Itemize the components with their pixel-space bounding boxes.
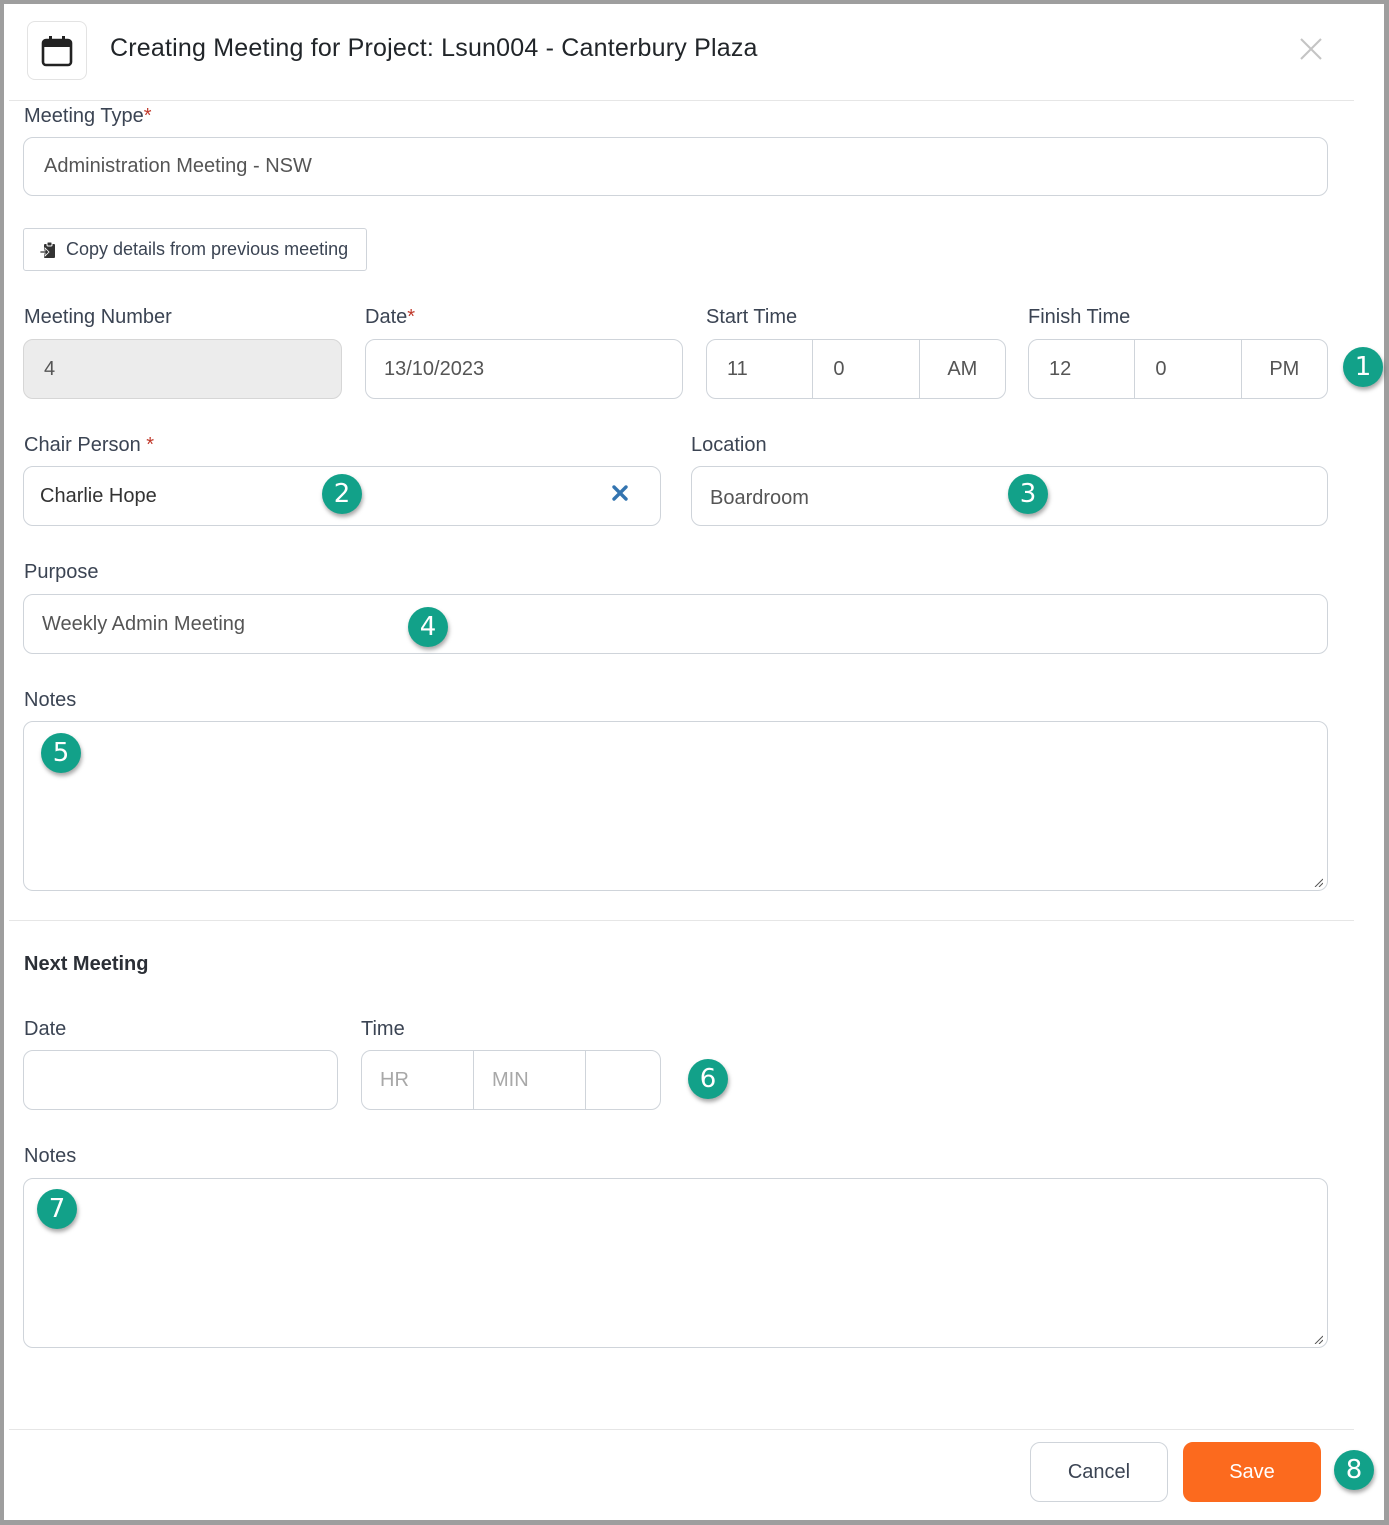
callout-badge-7: 7 — [37, 1189, 77, 1229]
start-time-label: Start Time — [706, 306, 797, 329]
next-hour-input[interactable]: HR — [362, 1051, 474, 1109]
clear-x-icon[interactable] — [611, 484, 629, 507]
next-minute-input[interactable]: MIN — [474, 1051, 586, 1109]
finish-minute-input[interactable]: 0 — [1135, 340, 1241, 398]
date-label: Date* — [365, 306, 415, 329]
finish-time-field: 12 0 PM — [1028, 339, 1328, 399]
callout-badge-3: 3 — [1008, 474, 1048, 514]
callout-badge-8: 8 — [1334, 1450, 1374, 1490]
callout-badge-4: 4 — [408, 607, 448, 647]
copy-button-label: Copy details from previous meeting — [66, 239, 348, 260]
notes-textarea[interactable] — [23, 721, 1328, 891]
callout-badge-6: 6 — [688, 1059, 728, 1099]
next-notes-label: Notes — [24, 1145, 76, 1168]
calendar-icon — [27, 21, 87, 80]
callout-badge-1: 1 — [1343, 347, 1383, 387]
next-meeting-title: Next Meeting — [24, 953, 148, 976]
clipboard-paste-icon — [40, 241, 56, 259]
callout-badge-5: 5 — [41, 733, 81, 773]
start-hour-input[interactable]: 11 — [707, 340, 813, 398]
meeting-type-select[interactable]: Administration Meeting - NSW — [23, 137, 1328, 196]
section-divider — [9, 920, 1354, 921]
start-minute-input[interactable]: 0 — [813, 340, 919, 398]
meeting-type-label: Meeting Type* — [24, 105, 152, 128]
location-label: Location — [691, 434, 767, 457]
header-divider — [9, 100, 1354, 101]
meeting-number-field: 4 — [23, 339, 342, 399]
callout-badge-2: 2 — [322, 474, 362, 514]
next-time-label: Time — [361, 1018, 405, 1041]
meeting-dialog: Creating Meeting for Project: Lsun004 - … — [0, 0, 1389, 1525]
next-period-select[interactable] — [586, 1051, 660, 1109]
finish-hour-input[interactable]: 12 — [1029, 340, 1135, 398]
meeting-number-label: Meeting Number — [24, 306, 172, 329]
cancel-button[interactable]: Cancel — [1030, 1442, 1168, 1502]
notes-label: Notes — [24, 689, 76, 712]
copy-previous-meeting-button[interactable]: Copy details from previous meeting — [23, 228, 367, 271]
finish-time-label: Finish Time — [1028, 306, 1130, 329]
next-date-field[interactable] — [23, 1050, 338, 1110]
start-period-select[interactable]: AM — [920, 340, 1005, 398]
dialog-title: Creating Meeting for Project: Lsun004 - … — [110, 34, 758, 63]
date-field[interactable]: 13/10/2023 — [365, 339, 683, 399]
footer-divider — [9, 1429, 1354, 1430]
purpose-label: Purpose — [24, 561, 99, 584]
finish-period-select[interactable]: PM — [1242, 340, 1327, 398]
next-notes-textarea[interactable] — [23, 1178, 1328, 1348]
chair-person-label: Chair Person * — [24, 434, 154, 457]
start-time-field: 11 0 AM — [706, 339, 1006, 399]
save-button[interactable]: Save — [1183, 1442, 1321, 1502]
close-icon[interactable] — [1296, 34, 1326, 64]
chair-person-value: Charlie Hope — [40, 485, 157, 508]
next-time-field: HR MIN — [361, 1050, 661, 1110]
purpose-field[interactable]: Weekly Admin Meeting — [23, 594, 1328, 654]
next-date-label: Date — [24, 1018, 66, 1041]
